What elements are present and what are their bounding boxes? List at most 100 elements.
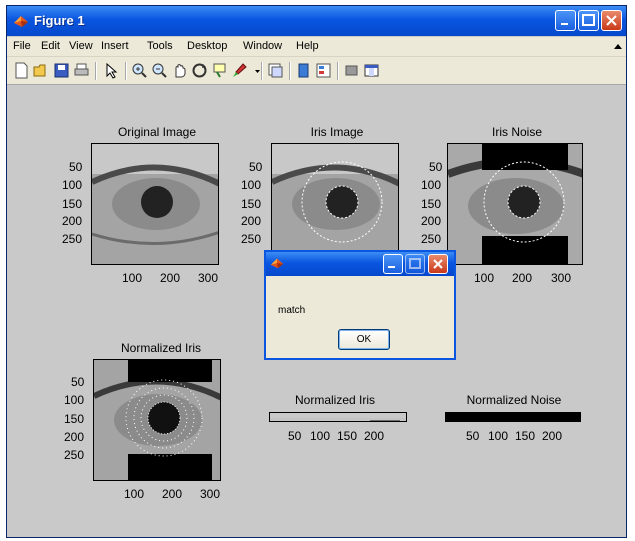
y-tick-label: 200 bbox=[64, 430, 85, 444]
dialog-maximize-button bbox=[405, 254, 425, 274]
x-tick-label: 300 bbox=[198, 271, 219, 285]
y-tick-label: 150 bbox=[64, 412, 85, 426]
x-tick-label: 50 bbox=[288, 429, 302, 443]
y-tick-label: 250 bbox=[241, 232, 262, 246]
iris-segmented-image bbox=[271, 143, 399, 265]
title-bar[interactable]: Figure 1 bbox=[7, 6, 626, 36]
y-tick-label: 250 bbox=[64, 448, 85, 462]
plot-title-noise: Iris Noise bbox=[491, 125, 542, 139]
x-tick-label: 100 bbox=[310, 429, 331, 443]
message-dialog: match OK bbox=[264, 250, 456, 360]
y-tick-label: 50 bbox=[249, 160, 263, 174]
menu-tools[interactable]: Tools bbox=[147, 40, 173, 52]
y-tick-label: 200 bbox=[421, 214, 442, 228]
maximize-icon bbox=[409, 258, 421, 269]
pointer-icon[interactable] bbox=[103, 62, 120, 79]
window-title: Figure 1 bbox=[34, 13, 85, 28]
x-tick-label: 150 bbox=[515, 429, 536, 443]
x-tick-label: 300 bbox=[200, 487, 221, 501]
menubar-dock-arrow-icon[interactable] bbox=[614, 44, 622, 50]
iris-noise-image bbox=[447, 143, 583, 265]
plot-title-original: Original Image bbox=[117, 125, 197, 139]
toolbar-separator bbox=[337, 62, 339, 80]
dialog-minimize-button[interactable] bbox=[383, 254, 403, 274]
y-tick-label: 100 bbox=[64, 393, 85, 407]
zoom-in-icon[interactable] bbox=[131, 62, 148, 79]
matlab-logo-icon bbox=[14, 16, 28, 27]
show-plot-tools-icon[interactable] bbox=[363, 62, 380, 79]
data-cursor-icon[interactable] bbox=[211, 62, 228, 79]
normalized-noise-strip bbox=[445, 412, 581, 422]
x-tick-label: 200 bbox=[542, 429, 563, 443]
dialog-message: match bbox=[278, 305, 306, 316]
save-icon[interactable] bbox=[53, 62, 70, 79]
ok-button[interactable]: OK bbox=[338, 329, 390, 350]
y-tick-label: 200 bbox=[241, 214, 262, 228]
plot-title-normalized-iris-big: Normalized Iris bbox=[120, 341, 201, 355]
minimize-button[interactable] bbox=[555, 10, 576, 31]
pan-icon[interactable] bbox=[171, 62, 188, 79]
new-figure-icon[interactable] bbox=[13, 62, 30, 79]
y-tick-label: 150 bbox=[421, 197, 442, 211]
toolbar-separator bbox=[261, 62, 263, 80]
toolbar-separator bbox=[289, 62, 291, 80]
y-tick-label: 50 bbox=[71, 375, 85, 389]
y-tick-label: 250 bbox=[421, 232, 442, 246]
normalized-iris-strip bbox=[269, 412, 407, 422]
menu-edit[interactable]: Edit bbox=[41, 40, 60, 52]
brush-dropdown-arrow-icon[interactable] bbox=[249, 62, 266, 79]
y-tick-label: 50 bbox=[69, 160, 83, 174]
print-icon[interactable] bbox=[73, 62, 90, 79]
y-tick-label: 100 bbox=[421, 178, 442, 192]
dialog-title-bar[interactable] bbox=[266, 252, 454, 276]
legend-icon[interactable] bbox=[315, 62, 332, 79]
hide-plot-tools-icon[interactable] bbox=[343, 62, 360, 79]
close-icon bbox=[606, 15, 617, 26]
y-tick-label: 100 bbox=[241, 178, 262, 192]
x-tick-label: 100 bbox=[124, 487, 145, 501]
plot-title-normalized-iris: Normalized Iris bbox=[294, 393, 375, 407]
zoom-out-icon[interactable] bbox=[151, 62, 168, 79]
close-icon bbox=[433, 259, 443, 269]
x-tick-label: 150 bbox=[337, 429, 358, 443]
normalized-iris-overlay-image bbox=[93, 359, 221, 481]
menu-insert[interactable]: Insert bbox=[101, 40, 129, 52]
x-tick-label: 200 bbox=[160, 271, 181, 285]
x-tick-label: 300 bbox=[551, 271, 572, 285]
figure-toolbar bbox=[7, 57, 626, 85]
y-tick-label: 150 bbox=[241, 197, 262, 211]
figure-window: Figure 1 File Edit View Insert Tools Des… bbox=[6, 5, 627, 538]
open-file-icon[interactable] bbox=[33, 62, 50, 79]
x-tick-label: 200 bbox=[512, 271, 533, 285]
menu-file[interactable]: File bbox=[13, 40, 31, 52]
link-icon[interactable] bbox=[267, 62, 284, 79]
y-tick-label: 50 bbox=[429, 160, 443, 174]
close-button[interactable] bbox=[601, 10, 622, 31]
maximize-icon bbox=[582, 14, 595, 26]
menu-bar: File Edit View Insert Tools Desktop Wind… bbox=[7, 37, 626, 57]
original-eye-image bbox=[91, 143, 219, 265]
toolbar-separator bbox=[95, 62, 97, 80]
x-tick-label: 100 bbox=[488, 429, 509, 443]
x-tick-label: 100 bbox=[474, 271, 495, 285]
colorbar-icon[interactable] bbox=[295, 62, 312, 79]
minimize-icon bbox=[561, 23, 568, 25]
menu-desktop[interactable]: Desktop bbox=[187, 40, 227, 52]
menu-help[interactable]: Help bbox=[296, 40, 319, 52]
plot-title-iris: Iris Image bbox=[310, 125, 364, 139]
y-tick-label: 150 bbox=[62, 197, 83, 211]
rotate-3d-icon[interactable] bbox=[191, 62, 208, 79]
y-tick-label: 100 bbox=[62, 178, 83, 192]
menu-view[interactable]: View bbox=[69, 40, 93, 52]
y-tick-label: 250 bbox=[62, 232, 83, 246]
x-tick-label: 50 bbox=[466, 429, 480, 443]
x-tick-label: 200 bbox=[162, 487, 183, 501]
x-tick-label: 200 bbox=[364, 429, 385, 443]
toolbar-separator bbox=[125, 62, 127, 80]
brush-icon[interactable] bbox=[231, 62, 248, 79]
menu-window[interactable]: Window bbox=[243, 40, 282, 52]
y-tick-label: 200 bbox=[62, 214, 83, 228]
maximize-button[interactable] bbox=[578, 10, 599, 31]
plot-title-normalized-noise: Normalized Noise bbox=[466, 393, 562, 407]
dialog-close-button[interactable] bbox=[428, 254, 448, 274]
